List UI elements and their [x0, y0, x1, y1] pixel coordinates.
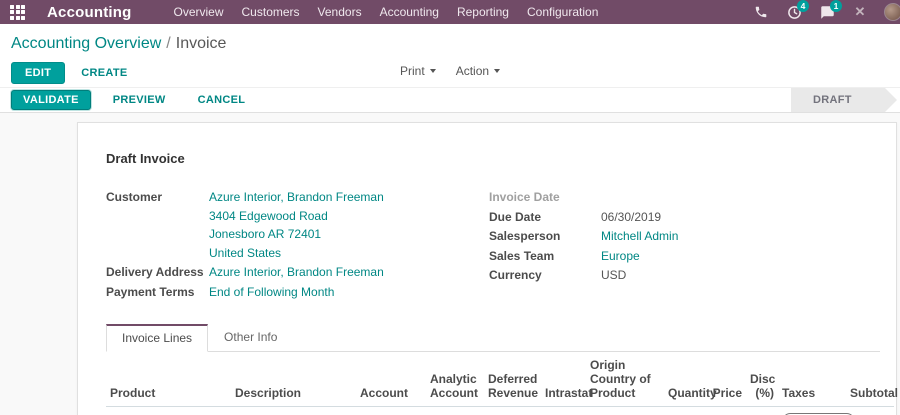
field-sales-team: Sales Team Europe [489, 247, 880, 266]
invoice-lines-table: Product Description Account Analytic Acc… [106, 356, 898, 415]
payment-terms-label: Payment Terms [106, 284, 195, 299]
due-date-value: 06/30/2019 [601, 209, 662, 224]
menu-reporting[interactable]: Reporting [457, 5, 509, 19]
col-product: Product [110, 386, 156, 400]
col-price: Price [712, 386, 742, 400]
cell-product: [DESK0006] Customizable Desk (Custom, Bl… [106, 406, 231, 415]
cell-deferred-revenue [484, 406, 541, 415]
apps-menu-icon[interactable] [10, 4, 25, 20]
edit-button[interactable]: EDIT [11, 62, 66, 84]
col-analytic-account: Analytic Account [430, 372, 478, 400]
field-due-date: Due Date 06/30/2019 [489, 208, 880, 227]
customer-value: Azure Interior, Brandon Freeman 3404 Edg… [209, 188, 384, 262]
notebook-tabs: Invoice Lines Other Info [106, 323, 880, 352]
field-payment-terms: Payment Terms End of Following Month [106, 283, 489, 302]
status-badge-draft: DRAFT [791, 88, 897, 112]
customer-city[interactable]: Jonesboro AR 72401 [209, 225, 384, 244]
breadcrumb-parent[interactable]: Accounting Overview [11, 35, 161, 52]
col-subtotal: Subtotal [850, 386, 898, 400]
cancel-button[interactable]: CANCEL [188, 91, 256, 109]
menu-customers[interactable]: Customers [242, 5, 300, 19]
user-avatar[interactable] [884, 3, 900, 21]
print-dropdown-label: Print [400, 63, 425, 78]
menu-accounting[interactable]: Accounting [380, 5, 439, 19]
action-dropdown[interactable]: Action [455, 63, 501, 78]
col-taxes: Taxes [782, 386, 816, 400]
sales-team-label: Sales Team [489, 248, 555, 263]
invoice-line-row[interactable]: [DESK0006] Customizable Desk (Custom, Bl… [106, 406, 894, 415]
control-panel: Accounting Overview / Invoice EDIT CREATE … [0, 24, 900, 87]
col-discount: Disc (%) [750, 372, 776, 400]
top-navbar: Accounting Overview Customers Vendors Ac… [0, 0, 900, 24]
customer-label: Customer [106, 190, 163, 204]
table-header-row: Product Description Account Analytic Acc… [106, 356, 898, 407]
cell-analytic-account [426, 406, 484, 415]
form-content: Draft Invoice Customer Azure Interior, B… [0, 122, 900, 415]
activities-badge: 4 [797, 0, 809, 12]
col-account: Account [360, 386, 408, 400]
caret-down-icon [494, 68, 501, 73]
currency-label: Currency [489, 268, 542, 282]
systray: 4 1 ✕ [752, 0, 900, 21]
app-name[interactable]: Accounting [47, 4, 132, 21]
col-quantity: Quantity [668, 386, 717, 400]
phone-icon[interactable] [752, 4, 770, 20]
action-dropdown-label: Action [455, 63, 490, 78]
col-intrastat: Intrastat [545, 386, 593, 400]
messages-badge: 1 [830, 0, 842, 12]
cell-discount: 0.00 [746, 406, 778, 415]
preview-button[interactable]: PREVIEW [103, 91, 176, 109]
customer-link[interactable]: Azure Interior, Brandon Freeman [209, 188, 384, 207]
page-title: Draft Invoice [106, 151, 185, 166]
tab-invoice-lines[interactable]: Invoice Lines [106, 324, 209, 352]
menu-overview[interactable]: Overview [174, 5, 224, 19]
delivery-address-label: Delivery Address [106, 265, 204, 279]
cell-taxes: Tax 15.00% [778, 406, 856, 415]
currency-value: USD [601, 268, 627, 282]
main-menu: Overview Customers Vendors Accounting Re… [174, 5, 599, 19]
col-deferred-revenue: Deferred Revenue [488, 372, 539, 400]
salesperson-value[interactable]: Mitchell Admin [601, 227, 678, 246]
tab-other-info[interactable]: Other Info [208, 324, 293, 352]
cell-intrastat [541, 406, 586, 415]
caret-down-icon [429, 68, 436, 73]
field-customer: Customer Azure Interior, Brandon Freeman… [106, 188, 489, 262]
payment-terms-value[interactable]: End of Following Month [209, 283, 334, 302]
col-description: Description [235, 386, 302, 400]
breadcrumb-current: Invoice [175, 35, 227, 52]
sales-team-value[interactable]: Europe [601, 247, 640, 266]
salesperson-label: Salesperson [489, 229, 561, 243]
menu-vendors[interactable]: Vendors [318, 5, 362, 19]
field-delivery-address: Delivery Address Azure Interior, Brandon… [106, 263, 489, 282]
validate-button[interactable]: VALIDATE [11, 90, 91, 110]
due-date-label: Due Date [489, 209, 542, 224]
field-salesperson: Salesperson Mitchell Admin [489, 227, 880, 246]
invoice-date-label: Invoice Date [489, 190, 560, 204]
cell-account: 200000 Product Sales [356, 406, 426, 415]
cell-description: [DESK0006] Customizable Desk (Custom, Bl… [231, 406, 356, 415]
delivery-address-value[interactable]: Azure Interior, Brandon Freeman [209, 263, 384, 282]
field-invoice-date: Invoice Date [489, 188, 880, 207]
create-button[interactable]: CREATE [71, 63, 137, 83]
invoice-sheet: Draft Invoice Customer Azure Interior, B… [77, 122, 898, 415]
field-currency: Currency USD [489, 266, 880, 285]
cell-price: 750.00 [706, 406, 747, 415]
messages-chat-icon[interactable]: 1 [818, 0, 842, 20]
cell-quantity: 1.000 [664, 406, 706, 415]
customer-street[interactable]: 3404 Edgewood Road [209, 207, 384, 226]
activities-clock-icon[interactable]: 4 [785, 0, 809, 20]
systray-x-icon[interactable]: ✕ [851, 4, 869, 20]
breadcrumb-separator: / [166, 35, 171, 52]
breadcrumb: Accounting Overview / Invoice [11, 35, 900, 53]
cell-origin-country [586, 406, 664, 415]
customer-country[interactable]: United States [209, 244, 384, 263]
form-statusbar: VALIDATE PREVIEW CANCEL DRAFT [0, 87, 900, 113]
col-origin-country: Origin Country of Product [590, 358, 651, 400]
cell-subtotal: $ 750.00 [846, 406, 894, 415]
menu-configuration[interactable]: Configuration [527, 5, 598, 19]
print-dropdown[interactable]: Print [400, 64, 436, 78]
